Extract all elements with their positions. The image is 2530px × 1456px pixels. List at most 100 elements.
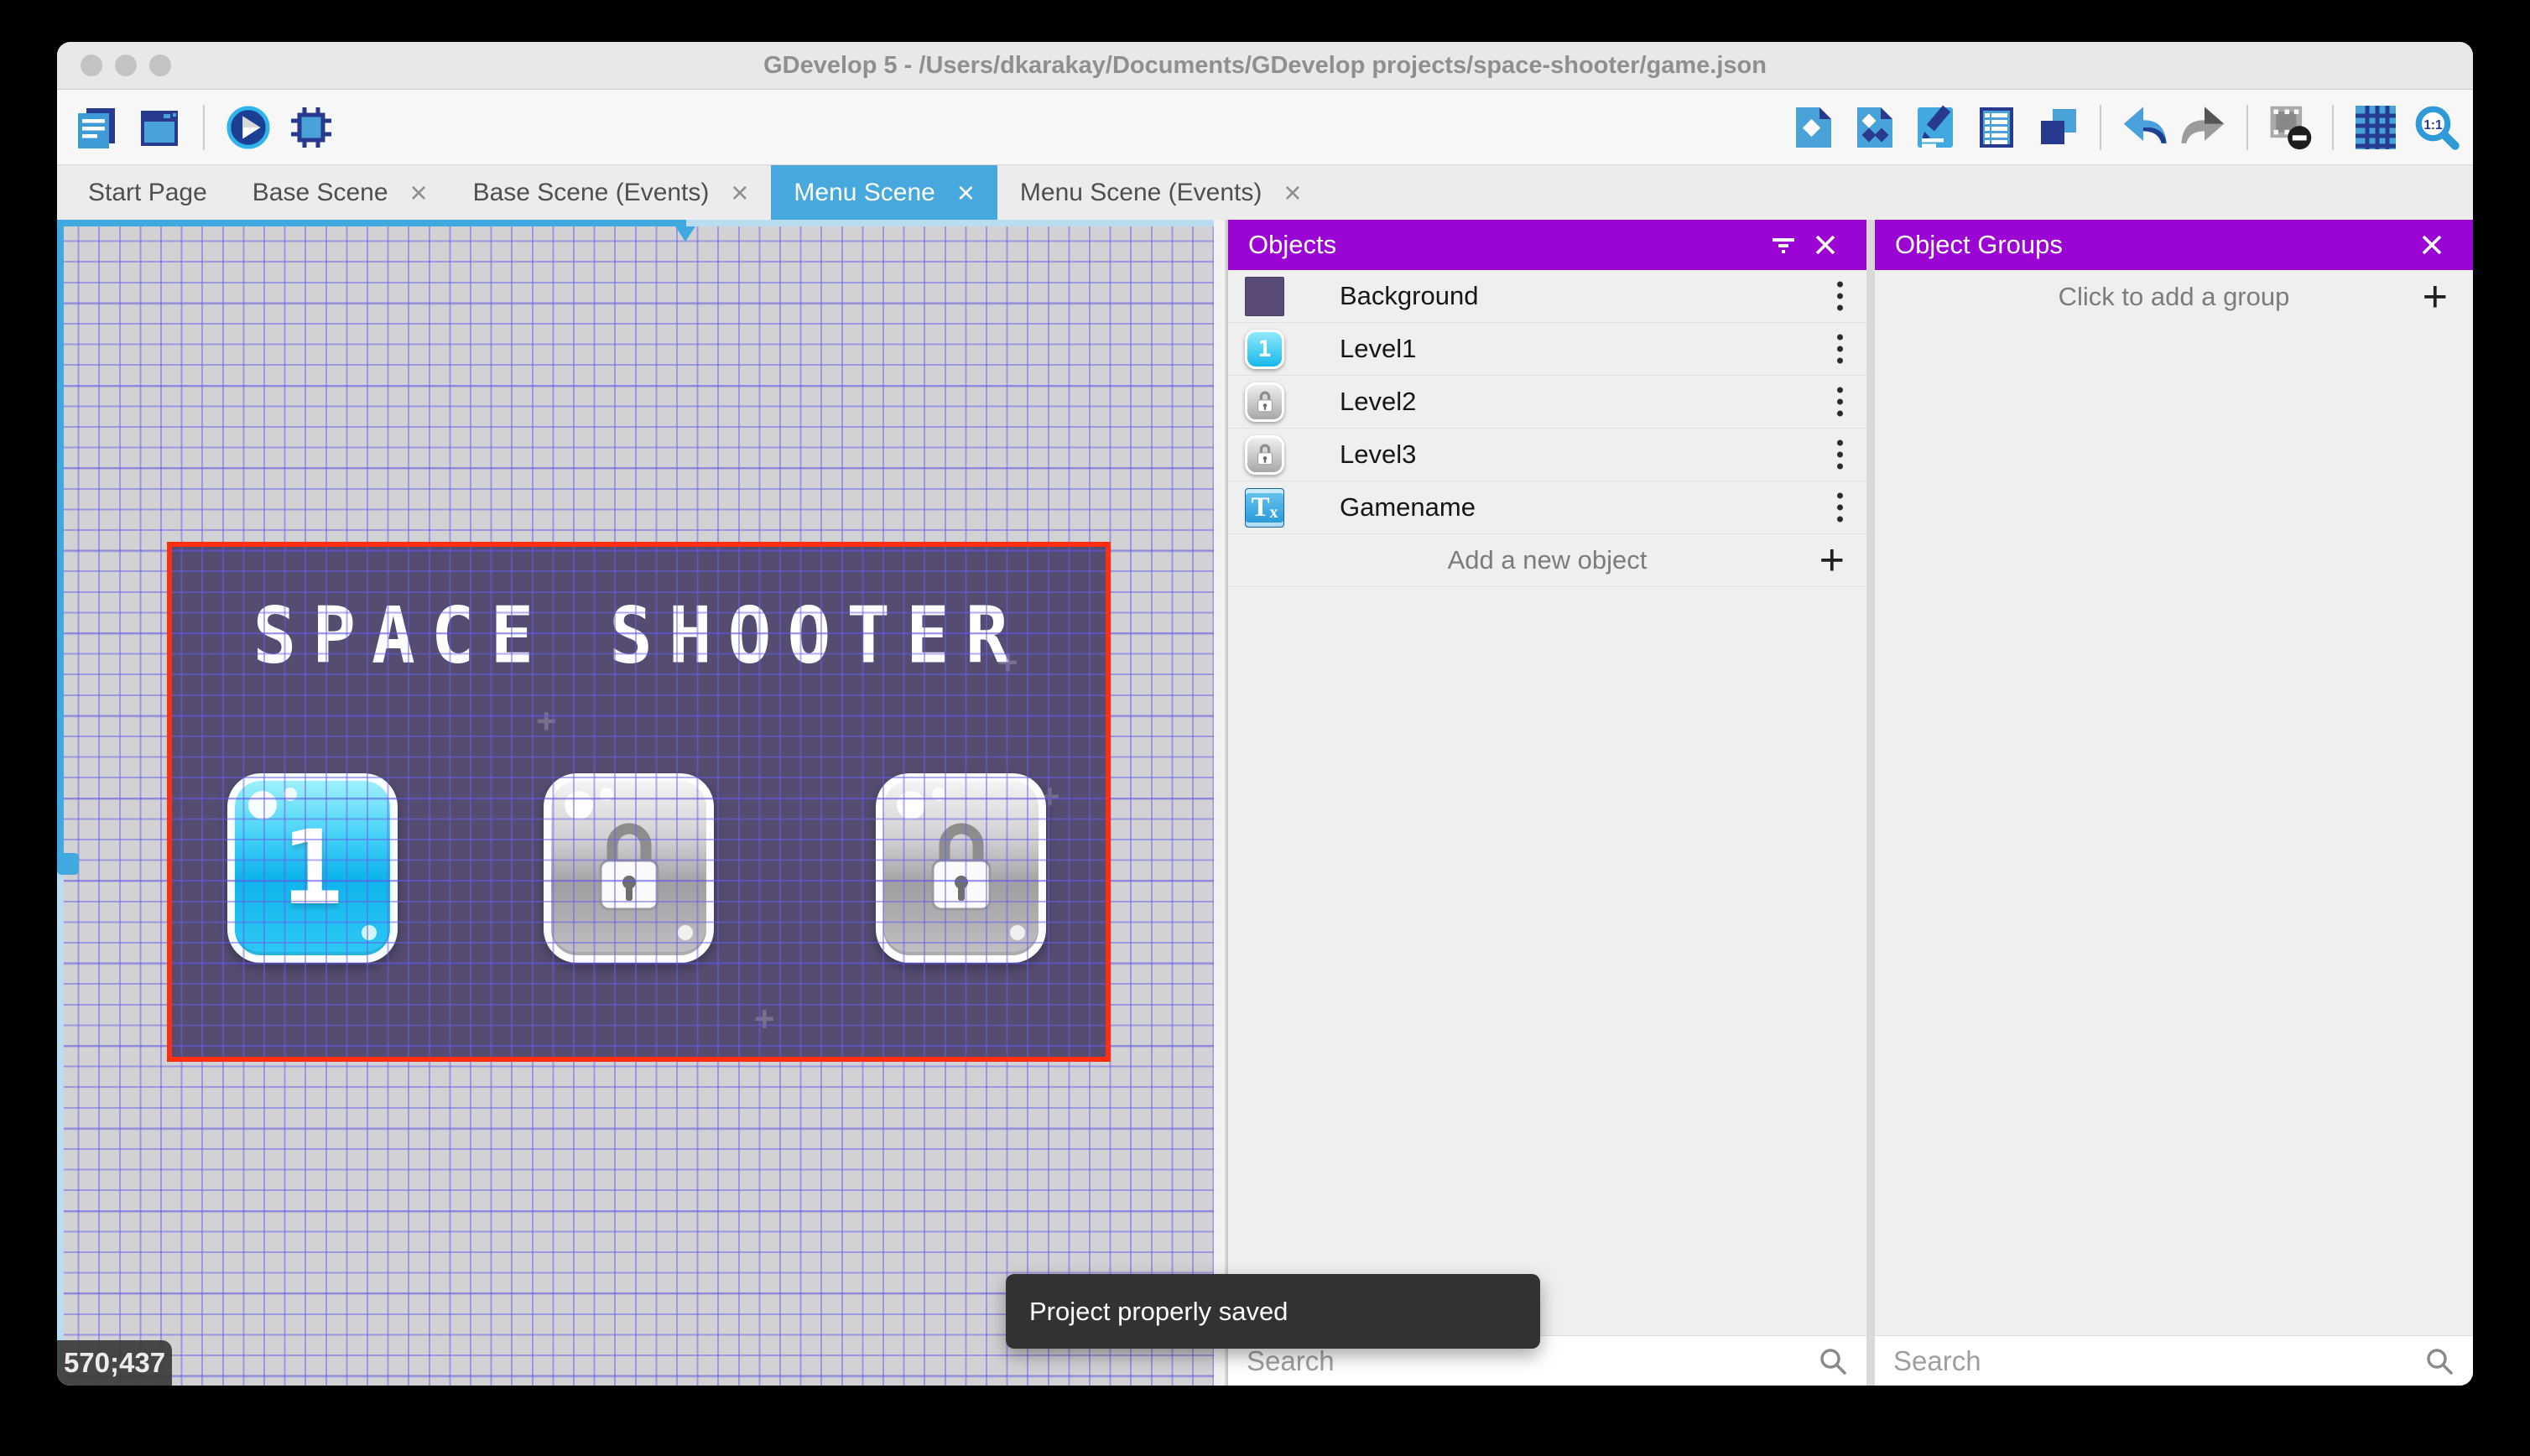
tab-label: Base Scene xyxy=(252,179,388,207)
undo-icon[interactable] xyxy=(2119,103,2168,152)
object-name: Level2 xyxy=(1340,387,1416,417)
scene-background-object[interactable]: SPACE SHOOTER 1 xyxy=(167,542,1111,1062)
object-menu-icon[interactable] xyxy=(1837,440,1843,470)
screenshot-root: GDevelop 5 - /Users/dkarakay/Documents/G… xyxy=(0,0,2530,1456)
close-window-button[interactable] xyxy=(81,55,102,76)
main-area: SPACE SHOOTER 1 xyxy=(57,220,2473,1386)
add-group-row[interactable]: Click to add a group xyxy=(1875,270,2473,323)
scene-window-icon[interactable] xyxy=(135,103,184,152)
object-menu-icon[interactable] xyxy=(1837,493,1843,523)
tab-menu-scene-events[interactable]: Menu Scene (Events) xyxy=(997,165,1325,220)
vertical-scrollbar-thumb[interactable] xyxy=(57,220,64,864)
objects-panel-title: Objects xyxy=(1248,230,1336,260)
button-highlight xyxy=(1010,925,1025,940)
vertical-scrollbar[interactable] xyxy=(57,220,64,1386)
tab-menu-scene[interactable]: Menu Scene xyxy=(771,165,997,220)
object-menu-icon[interactable] xyxy=(1837,387,1843,417)
groups-panel-header: Object Groups xyxy=(1875,220,2473,270)
toolbar-separator xyxy=(203,105,205,150)
button-highlight xyxy=(600,788,613,801)
instances-list-icon[interactable] xyxy=(1972,103,2021,152)
object-menu-icon[interactable] xyxy=(1837,335,1843,364)
canvas-grid[interactable]: SPACE SHOOTER 1 xyxy=(57,220,1214,1386)
debug-icon[interactable] xyxy=(287,103,336,152)
lock-icon xyxy=(587,814,671,923)
object-name: Background xyxy=(1340,281,1478,311)
zoom-window-button[interactable] xyxy=(149,55,171,76)
window-mask-icon[interactable] xyxy=(2266,103,2314,152)
level2-button-object[interactable] xyxy=(544,773,714,963)
search-icon xyxy=(2424,1346,2455,1376)
objects-search-input[interactable] xyxy=(1247,1345,1818,1377)
toast-message: Project properly saved xyxy=(1029,1297,1288,1327)
add-new-object-row[interactable]: Add a new object xyxy=(1228,534,1866,587)
tab-close-icon[interactable] xyxy=(410,178,428,208)
level1-button-object[interactable]: 1 xyxy=(227,773,398,963)
object-row-level3[interactable]: Level3 xyxy=(1228,429,1866,481)
add-new-object-label: Add a new object xyxy=(1448,545,1648,575)
object-row-gamename[interactable]: Tx Gamename xyxy=(1228,481,1866,534)
level1-number: 1 xyxy=(235,781,390,955)
horizontal-scrollbar[interactable] xyxy=(57,220,1214,226)
save-toast: Project properly saved xyxy=(1006,1274,1540,1349)
tab-close-icon[interactable] xyxy=(731,178,748,208)
tab-close-icon[interactable] xyxy=(957,178,975,208)
object-menu-icon[interactable] xyxy=(1837,282,1843,311)
tab-label: Base Scene (Events) xyxy=(473,179,710,207)
zoom-1-1-icon[interactable]: 1:1 xyxy=(2413,103,2461,152)
vertical-scroll-handle[interactable] xyxy=(57,853,79,875)
background-sprite-icon xyxy=(1245,277,1284,316)
object-row-level1[interactable]: 1 Level1 xyxy=(1228,323,1866,376)
tab-start-page[interactable]: Start Page xyxy=(65,165,230,220)
title-bar: GDevelop 5 - /Users/dkarakay/Documents/G… xyxy=(57,42,2473,90)
object-name: Level1 xyxy=(1340,334,1416,364)
close-panel-icon[interactable] xyxy=(2411,220,2453,270)
toolbar-separator xyxy=(2332,105,2334,150)
tab-close-icon[interactable] xyxy=(1283,178,1301,208)
window-title: GDevelop 5 - /Users/dkarakay/Documents/G… xyxy=(763,52,1767,80)
minimize-window-button[interactable] xyxy=(115,55,137,76)
close-panel-icon[interactable] xyxy=(1804,220,1846,270)
editor-tabs: Start Page Base Scene Base Scene (Events… xyxy=(57,165,2473,220)
tab-label: Menu Scene xyxy=(794,179,934,207)
lock-icon xyxy=(919,814,1003,923)
tab-label: Menu Scene (Events) xyxy=(1020,179,1262,207)
search-icon xyxy=(1818,1346,1848,1376)
button-highlight xyxy=(678,925,693,940)
text-object-icon: Tx xyxy=(1245,488,1284,528)
horizontal-scrollbar-thumb[interactable] xyxy=(57,220,686,226)
toolbar-separator xyxy=(2100,105,2101,150)
object-row-level2[interactable]: Level2 xyxy=(1228,376,1866,429)
level1-button-icon: 1 xyxy=(1245,330,1284,369)
locked-button-icon xyxy=(1245,382,1284,422)
scene-title-sprite[interactable]: SPACE SHOOTER xyxy=(167,590,1111,681)
tab-label: Start Page xyxy=(88,179,207,207)
svg-text:1:1: 1:1 xyxy=(2423,117,2443,132)
traffic-lights xyxy=(81,42,171,89)
sparkle-decoration xyxy=(997,642,1018,683)
play-icon[interactable] xyxy=(224,103,273,152)
sparkle-decoration xyxy=(536,701,557,741)
button-highlight xyxy=(932,788,945,801)
tab-base-scene[interactable]: Base Scene xyxy=(230,165,450,220)
cursor-coordinates: 570;437 xyxy=(57,1340,172,1386)
properties-icon[interactable] xyxy=(1911,103,1960,152)
object-name: Level3 xyxy=(1340,439,1416,470)
filter-icon[interactable] xyxy=(1762,220,1804,270)
locked-button-icon xyxy=(1245,435,1284,475)
redo-icon[interactable] xyxy=(2180,103,2229,152)
level3-button-object[interactable] xyxy=(876,773,1046,963)
groups-panel-title: Object Groups xyxy=(1895,230,2063,260)
project-manager-icon[interactable] xyxy=(72,103,121,152)
object-groups-icon[interactable] xyxy=(1850,103,1898,152)
groups-search-input[interactable] xyxy=(1893,1345,2424,1377)
object-row-background[interactable]: Background xyxy=(1228,270,1866,323)
groups-search-row xyxy=(1875,1335,2473,1386)
toolbar-separator xyxy=(2246,105,2248,150)
grid-icon[interactable] xyxy=(2351,103,2400,152)
sparkle-decoration xyxy=(754,999,775,1039)
layers-icon[interactable] xyxy=(2033,103,2082,152)
tab-base-scene-events[interactable]: Base Scene (Events) xyxy=(450,165,772,220)
objects-editor-icon[interactable] xyxy=(1788,103,1837,152)
horizontal-scroll-marker[interactable] xyxy=(675,226,695,242)
